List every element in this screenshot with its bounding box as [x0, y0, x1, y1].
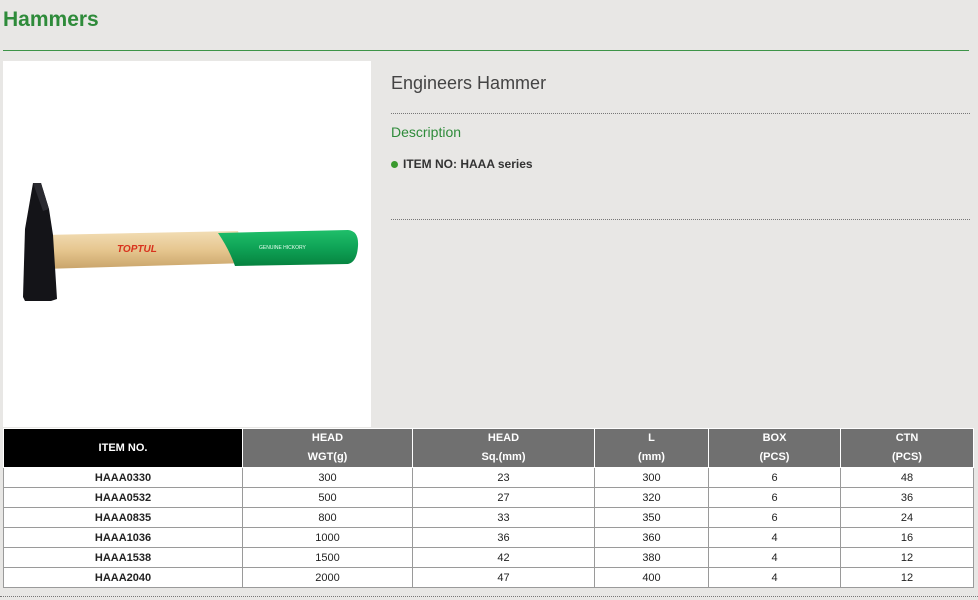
header-ctn: CTN (PCS) [840, 428, 974, 468]
table-row: HAAA0330 300 23 300 6 48 [3, 467, 974, 488]
table-row: HAAA0835 800 33 350 6 24 [3, 507, 974, 528]
table-cell: 4 [708, 567, 841, 588]
table-cell: 800 [242, 507, 413, 528]
table-cell: 36 [412, 527, 595, 548]
table-cell: 2000 [242, 567, 413, 588]
table-row: HAAA2040 2000 47 400 4 12 [3, 567, 974, 588]
header-box: BOX (PCS) [708, 428, 841, 468]
brand-text: TOPTUL [117, 244, 157, 255]
item-no-cell: HAAA0835 [3, 507, 243, 528]
table-row: HAAA1538 1500 42 380 4 12 [3, 547, 974, 568]
item-no-text: ITEM NO: HAAA series [403, 157, 533, 171]
bottom-divider [0, 596, 978, 597]
table-cell: 350 [594, 507, 709, 528]
table-cell: 16 [840, 527, 974, 548]
table-cell: 320 [594, 487, 709, 508]
table-cell: 27 [412, 487, 595, 508]
item-no-cell: HAAA1538 [3, 547, 243, 568]
table-row: HAAA0532 500 27 320 6 36 [3, 487, 974, 508]
table-cell: 42 [412, 547, 595, 568]
table-cell: 24 [840, 507, 974, 528]
item-no-cell: HAAA0330 [3, 467, 243, 488]
table-cell: 4 [708, 547, 841, 568]
specs-table: ITEM NO. HEAD WGT(g) HEAD Sq.(mm) L (mm) BO… [3, 428, 974, 588]
product-image: TOPTUL GENUINE HICKORY [3, 61, 371, 427]
table-cell: 300 [242, 467, 413, 488]
table-header-row: ITEM NO. HEAD WGT(g) HEAD Sq.(mm) L (mm) BO… [3, 428, 974, 468]
description-label: Description [391, 124, 462, 140]
table-cell: 1000 [242, 527, 413, 548]
item-no-cell: HAAA2040 [3, 567, 243, 588]
table-cell: 47 [412, 567, 595, 588]
item-no-cell: HAAA0532 [3, 487, 243, 508]
table-cell: 6 [708, 467, 841, 488]
table-cell: 6 [708, 507, 841, 528]
table-cell: 12 [840, 567, 974, 588]
divider [391, 113, 970, 114]
table-cell: 4 [708, 527, 841, 548]
title-divider [3, 50, 969, 51]
table-cell: 6 [708, 487, 841, 508]
table-row: HAAA1036 1000 36 360 4 16 [3, 527, 974, 548]
header-head-square: HEAD Sq.(mm) [412, 428, 595, 468]
table-cell: 1500 [242, 547, 413, 568]
table-cell: 12 [840, 547, 974, 568]
table-cell: 400 [594, 567, 709, 588]
handle-text: GENUINE HICKORY [259, 245, 307, 251]
bullet-icon [391, 160, 398, 168]
page-title: Hammers [3, 8, 99, 31]
hammer-illustration: TOPTUL GENUINE HICKORY [23, 183, 359, 301]
header-head-weight: HEAD WGT(g) [242, 428, 413, 468]
header-item-no: ITEM NO. [3, 428, 243, 468]
table-cell: 380 [594, 547, 709, 568]
table-cell: 48 [840, 467, 974, 488]
table-cell: 300 [594, 467, 709, 488]
header-length: L (mm) [594, 428, 709, 468]
divider [391, 219, 970, 220]
table-cell: 360 [594, 527, 709, 548]
item-no-line: ITEM NO: HAAA series [391, 157, 970, 171]
product-info: Engineers Hammer Description ITEM NO: HA… [391, 61, 970, 220]
product-title: Engineers Hammer [391, 73, 547, 93]
item-no-cell: HAAA1036 [3, 527, 243, 548]
table-cell: 36 [840, 487, 974, 508]
table-cell: 23 [412, 467, 595, 488]
table-cell: 33 [412, 507, 595, 528]
table-cell: 500 [242, 487, 413, 508]
